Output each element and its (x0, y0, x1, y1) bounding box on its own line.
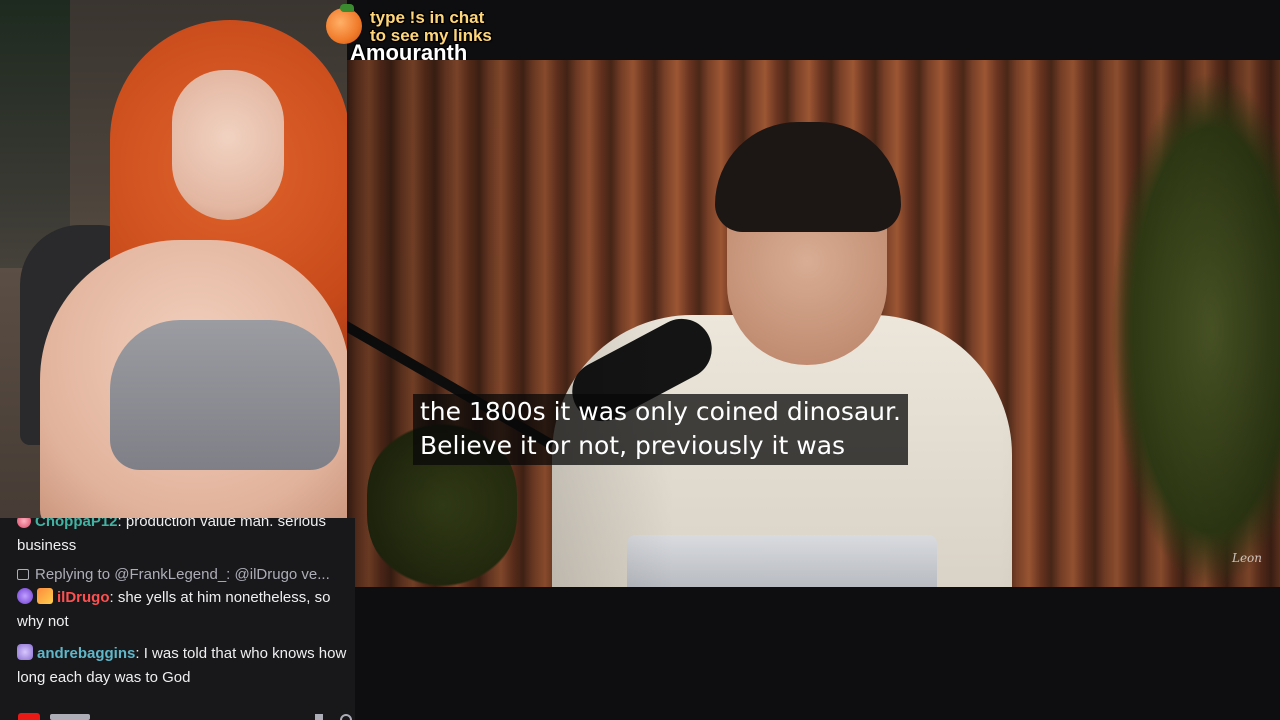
chat-input-badge-icon (18, 713, 40, 720)
streamer-face (172, 70, 284, 220)
chat-username[interactable]: andrebaggins (37, 645, 135, 662)
streamer-top (110, 320, 340, 470)
main-video-player[interactable]: Leon (347, 60, 1280, 587)
chat-message[interactable]: ilDrugo: she yells at him nonetheless, s… (17, 586, 355, 634)
video-subtitles: the 1800s it was only coined dinosaur. B… (413, 394, 908, 465)
subtitle-line-2: Believe it or not, previously it was (420, 431, 846, 460)
chat-emote-icon[interactable] (315, 714, 323, 720)
video-watermark: Leon (1231, 551, 1262, 565)
avatar-icon (17, 588, 33, 604)
avatar-icon (17, 518, 31, 528)
promo-text-line-1: type !s in chat (370, 8, 485, 27)
subtitle-line-1: the 1800s it was only coined dinosaur. (420, 397, 901, 426)
chat-input-field[interactable] (50, 714, 90, 720)
chat-message[interactable]: ChoppaP12: production value man. serious… (17, 518, 355, 558)
chat-message[interactable]: andrebaggins: I was told that who knows … (17, 642, 355, 690)
links-promo-overlay: type !s in chat to see my links (326, 4, 516, 45)
chat-username[interactable]: ilDrugo (57, 589, 110, 606)
video-vignette (347, 60, 1280, 587)
sub-badge-icon (37, 588, 53, 604)
chat-panel[interactable]: ChoppaP12: production value man. serious… (0, 518, 355, 720)
robot-avatar-icon (17, 644, 33, 660)
chat-settings-icon[interactable] (340, 714, 352, 720)
reply-context[interactable]: Replying to @FrankLegend_: @ilDrugo ve..… (17, 563, 330, 587)
webcam-feed (0, 0, 347, 518)
reply-context-text: Replying to @FrankLegend_: @ilDrugo ve..… (35, 566, 330, 583)
peach-icon (326, 8, 362, 44)
peach-leaf-icon (340, 4, 354, 12)
reply-icon (17, 569, 29, 580)
chat-username[interactable]: ChoppaP12 (35, 518, 118, 530)
